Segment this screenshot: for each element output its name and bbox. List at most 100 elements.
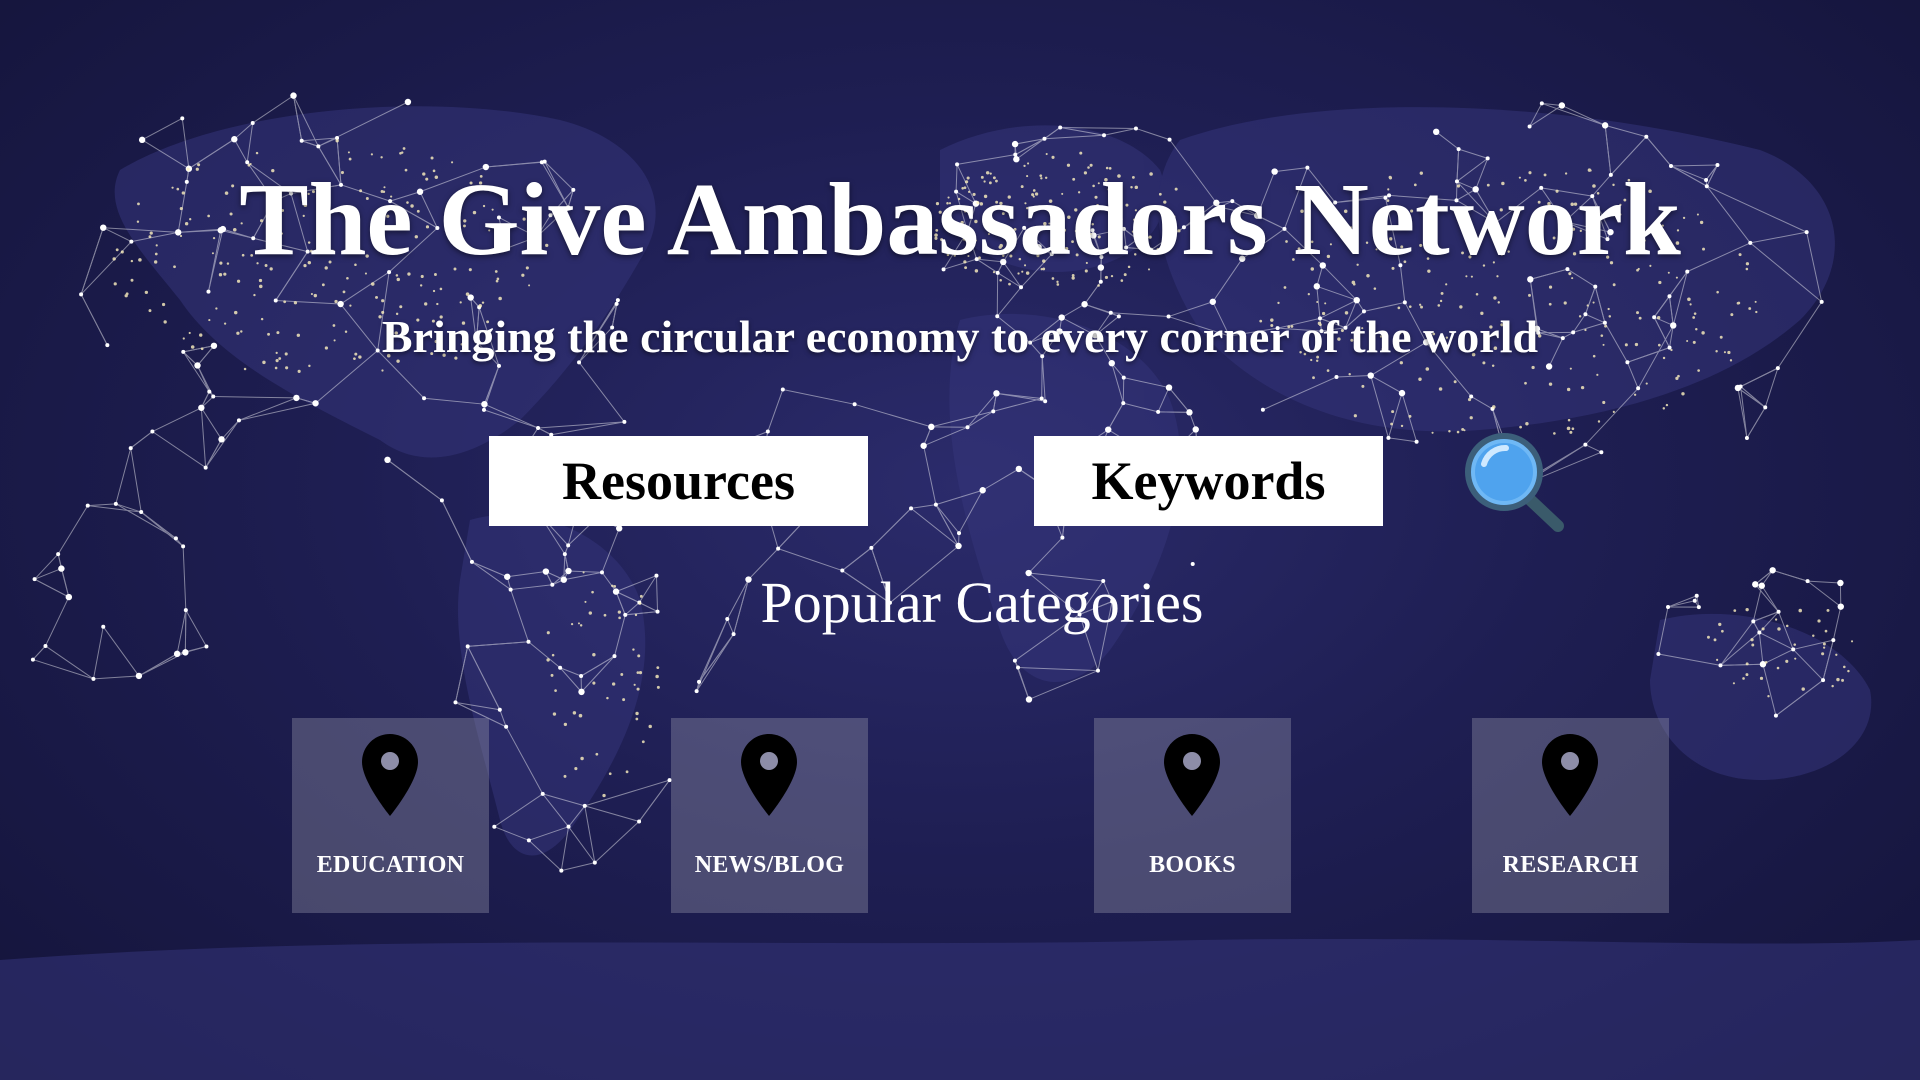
city-light — [638, 671, 643, 675]
network-line — [200, 407, 222, 440]
network-node — [173, 650, 181, 658]
network-line — [130, 431, 153, 449]
network-line — [910, 507, 959, 547]
city-light — [1400, 424, 1404, 428]
network-line — [93, 675, 139, 680]
city-light — [1776, 666, 1780, 670]
category-card-news-blog[interactable]: NEWS/BLOG — [671, 718, 868, 913]
city-light — [1519, 425, 1522, 429]
network-line — [205, 420, 240, 468]
city-light — [1475, 292, 1479, 296]
network-node — [616, 525, 623, 532]
map-pin-icon — [1164, 734, 1220, 816]
network-node — [928, 423, 935, 431]
network-node — [1313, 283, 1321, 290]
city-light — [1051, 155, 1055, 159]
network-node — [592, 860, 597, 865]
network-line — [141, 117, 183, 141]
city-light — [1592, 301, 1595, 304]
network-node — [1186, 409, 1193, 416]
network-node — [955, 542, 962, 550]
network-node — [204, 644, 209, 649]
city-light — [1812, 634, 1815, 638]
city-light — [1351, 280, 1356, 285]
city-light — [656, 666, 660, 670]
city-light — [197, 163, 201, 167]
city-light — [1307, 293, 1310, 296]
city-light — [552, 712, 557, 716]
network-node — [615, 298, 620, 303]
city-light — [465, 292, 470, 296]
city-light — [546, 658, 550, 662]
network-node — [622, 419, 627, 424]
network-line — [138, 653, 178, 677]
category-label: EDUCATION — [316, 852, 465, 878]
category-card-research[interactable]: RESEARCH — [1472, 718, 1669, 913]
city-light — [349, 304, 352, 307]
network-node — [1636, 386, 1641, 391]
city-light — [611, 682, 616, 686]
city-light — [1420, 305, 1423, 309]
city-light — [370, 282, 375, 286]
network-node — [203, 465, 208, 470]
city-light — [1425, 367, 1430, 371]
city-light — [1571, 427, 1575, 431]
network-node — [1773, 713, 1778, 718]
network-node — [250, 120, 255, 125]
city-light — [1439, 299, 1443, 303]
city-light — [218, 273, 223, 277]
city-light — [498, 296, 502, 301]
network-node — [731, 632, 736, 637]
city-light — [1316, 301, 1319, 304]
city-light — [1822, 642, 1826, 646]
category-card-books[interactable]: BOOKS — [1094, 718, 1291, 913]
network-node — [1715, 163, 1720, 168]
network-node — [182, 649, 189, 656]
network-node — [504, 724, 509, 729]
network-node — [1718, 663, 1723, 668]
network-node — [1625, 360, 1630, 365]
city-light — [1448, 430, 1451, 433]
city-light — [1390, 422, 1393, 426]
network-node — [293, 394, 300, 402]
network-line — [537, 427, 552, 436]
city-light — [1794, 657, 1797, 660]
network-node — [765, 429, 770, 434]
network-node — [194, 362, 201, 369]
network-node — [933, 502, 938, 507]
city-light — [432, 289, 436, 293]
city-light — [308, 364, 311, 368]
network-node — [1098, 279, 1103, 284]
resources-button[interactable]: Resources — [489, 436, 868, 526]
network-node — [694, 689, 699, 694]
network-line — [782, 389, 855, 405]
category-card-education[interactable]: EDUCATION — [292, 718, 489, 913]
search-button[interactable] — [1460, 430, 1570, 540]
city-light — [1697, 369, 1700, 372]
magnifying-glass-icon — [1465, 433, 1564, 532]
network-node — [852, 402, 857, 407]
network-node — [43, 643, 48, 648]
keywords-button[interactable]: Keywords — [1034, 436, 1383, 526]
city-light — [1793, 643, 1797, 646]
network-node — [909, 506, 914, 511]
network-line — [441, 500, 473, 563]
city-light — [1716, 290, 1719, 294]
city-light — [550, 673, 554, 677]
network-line — [551, 421, 625, 436]
network-node — [198, 404, 205, 411]
network-node — [231, 136, 238, 143]
network-node — [1456, 147, 1461, 152]
city-light — [1051, 277, 1055, 280]
city-light — [636, 671, 640, 674]
network-node — [1527, 124, 1532, 129]
network-node — [180, 116, 185, 121]
city-light — [430, 156, 434, 160]
network-node — [1043, 399, 1048, 404]
city-light — [1491, 364, 1495, 368]
network-line — [1135, 127, 1170, 141]
network-node — [1667, 294, 1672, 299]
network-line — [45, 645, 94, 680]
network-line — [1746, 407, 1766, 439]
city-light — [130, 278, 134, 282]
